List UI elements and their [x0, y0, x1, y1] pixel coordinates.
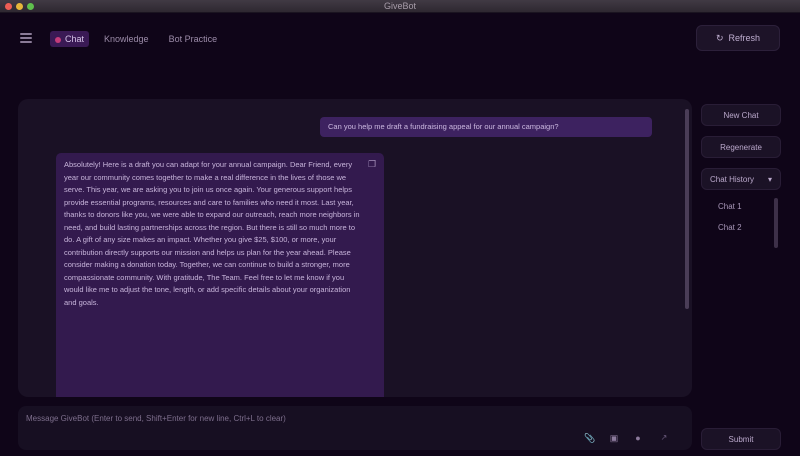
chat-history-select[interactable]: Chat History ▾ [701, 168, 781, 190]
app-bar: Chat Knowledge Bot Practice ↻ Refresh [0, 13, 800, 65]
refresh-button[interactable]: ↻ Refresh [696, 25, 780, 51]
history-item[interactable]: Chat 1 [712, 198, 768, 215]
tab-chat-label: Chat [65, 34, 85, 44]
history-item[interactable]: Chat 2 [712, 219, 768, 236]
chat-history-list: Chat 1 Chat 2 [712, 198, 768, 240]
message-composer: 📎 ▣ ● ↗ [18, 406, 692, 450]
microphone-icon[interactable]: ● [632, 432, 644, 444]
tab-knowledge[interactable]: Knowledge [99, 31, 154, 47]
history-scrollbar[interactable] [774, 198, 778, 248]
menu-icon[interactable] [20, 33, 32, 43]
bot-message: ❐ Absolutely! Here is a draft you can ad… [56, 153, 384, 397]
tab-knowledge-label: Knowledge [104, 34, 149, 44]
regenerate-button[interactable]: Regenerate [701, 136, 781, 158]
submit-button[interactable]: Submit [701, 428, 781, 450]
window-title: GiveBot [383, 1, 416, 11]
refresh-button-label: Refresh [728, 33, 761, 43]
title-bar: GiveBot [0, 0, 800, 13]
refresh-icon: ↻ [715, 32, 724, 43]
tab-bot-practice[interactable]: Bot Practice [164, 31, 223, 47]
new-chat-button[interactable]: New Chat [701, 104, 781, 126]
chat-scrollbar[interactable] [685, 109, 689, 309]
image-icon[interactable]: ▣ [608, 432, 620, 444]
chat-history-select-value: Chat History [710, 174, 755, 184]
attach-icon[interactable]: 📎 [584, 432, 596, 444]
user-message: Can you help me draft a fundraising appe… [320, 117, 652, 137]
composer-tools: 📎 ▣ ● [584, 432, 644, 444]
message-input[interactable] [26, 410, 566, 426]
bot-message-text: Absolutely! Here is a draft you can adap… [64, 160, 360, 307]
tab-bar: Chat Knowledge Bot Practice [50, 31, 222, 47]
active-tab-dot-icon [55, 36, 61, 43]
tab-chat[interactable]: Chat [50, 31, 90, 47]
chat-panel: Can you help me draft a fundraising appe… [18, 99, 692, 397]
tab-bot-practice-label: Bot Practice [168, 34, 218, 44]
chevron-down-icon: ▾ [767, 174, 772, 184]
copy-icon[interactable]: ❐ [366, 158, 378, 170]
expand-icon[interactable]: ↗ [658, 432, 670, 444]
